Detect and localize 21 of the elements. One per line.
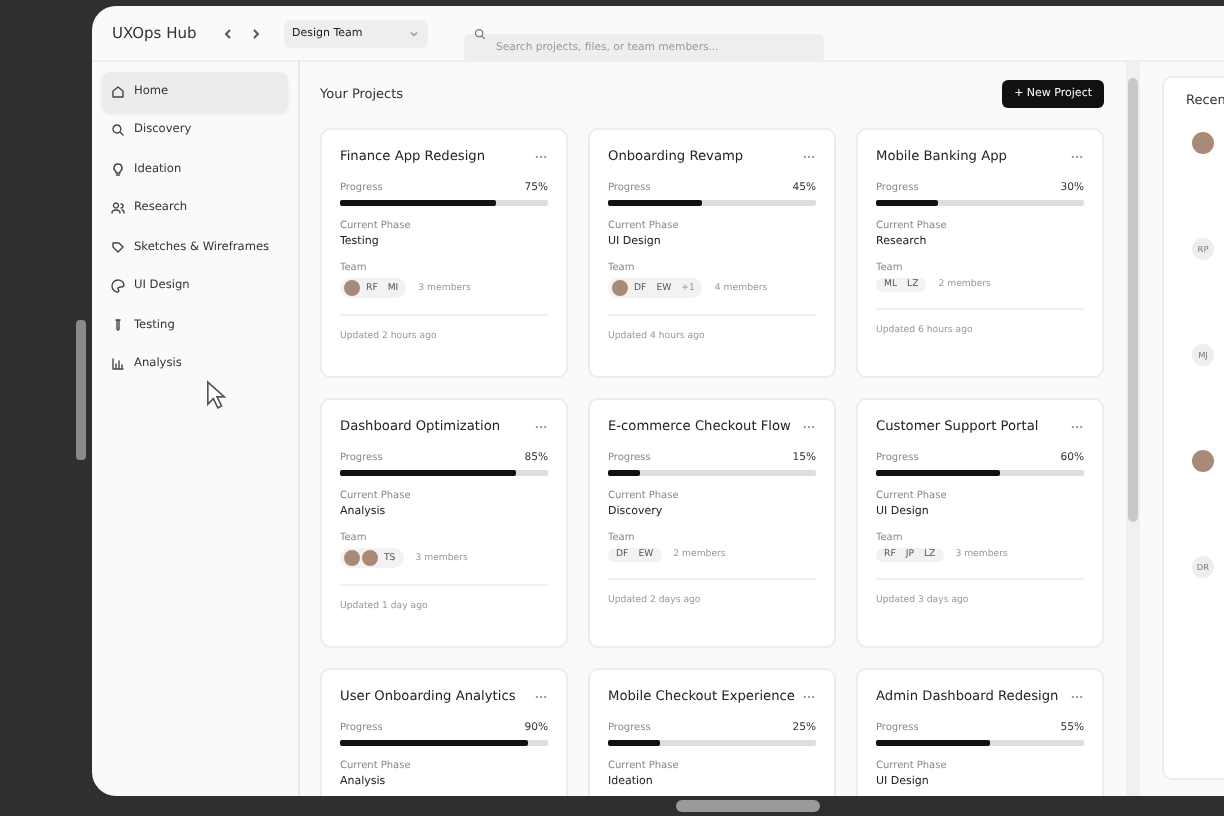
lightbulb-icon [110, 161, 126, 178]
scrollbar-thumb[interactable] [1128, 78, 1138, 522]
cursor-icon [206, 380, 228, 410]
avatar-photo-placeholder [1192, 450, 1214, 472]
avatar-photo-placeholder [1192, 132, 1214, 154]
people-icon [110, 200, 126, 217]
home-indicator [676, 800, 820, 812]
tag-icon [110, 239, 126, 256]
home-icon [110, 83, 126, 100]
scroll-indicator [76, 320, 86, 460]
bar-chart-icon [110, 356, 126, 373]
back-icon[interactable] [220, 25, 236, 41]
scrollbar[interactable] [1126, 62, 1140, 796]
avatar-photo-placeholder [612, 280, 628, 296]
palette-icon [110, 278, 126, 295]
search-icon [474, 27, 486, 39]
chevron-down-icon [408, 27, 420, 39]
avatar-photo-placeholder [344, 280, 360, 296]
search-icon [110, 122, 126, 139]
test-tube-icon [110, 317, 126, 334]
forward-icon[interactable] [248, 25, 264, 41]
